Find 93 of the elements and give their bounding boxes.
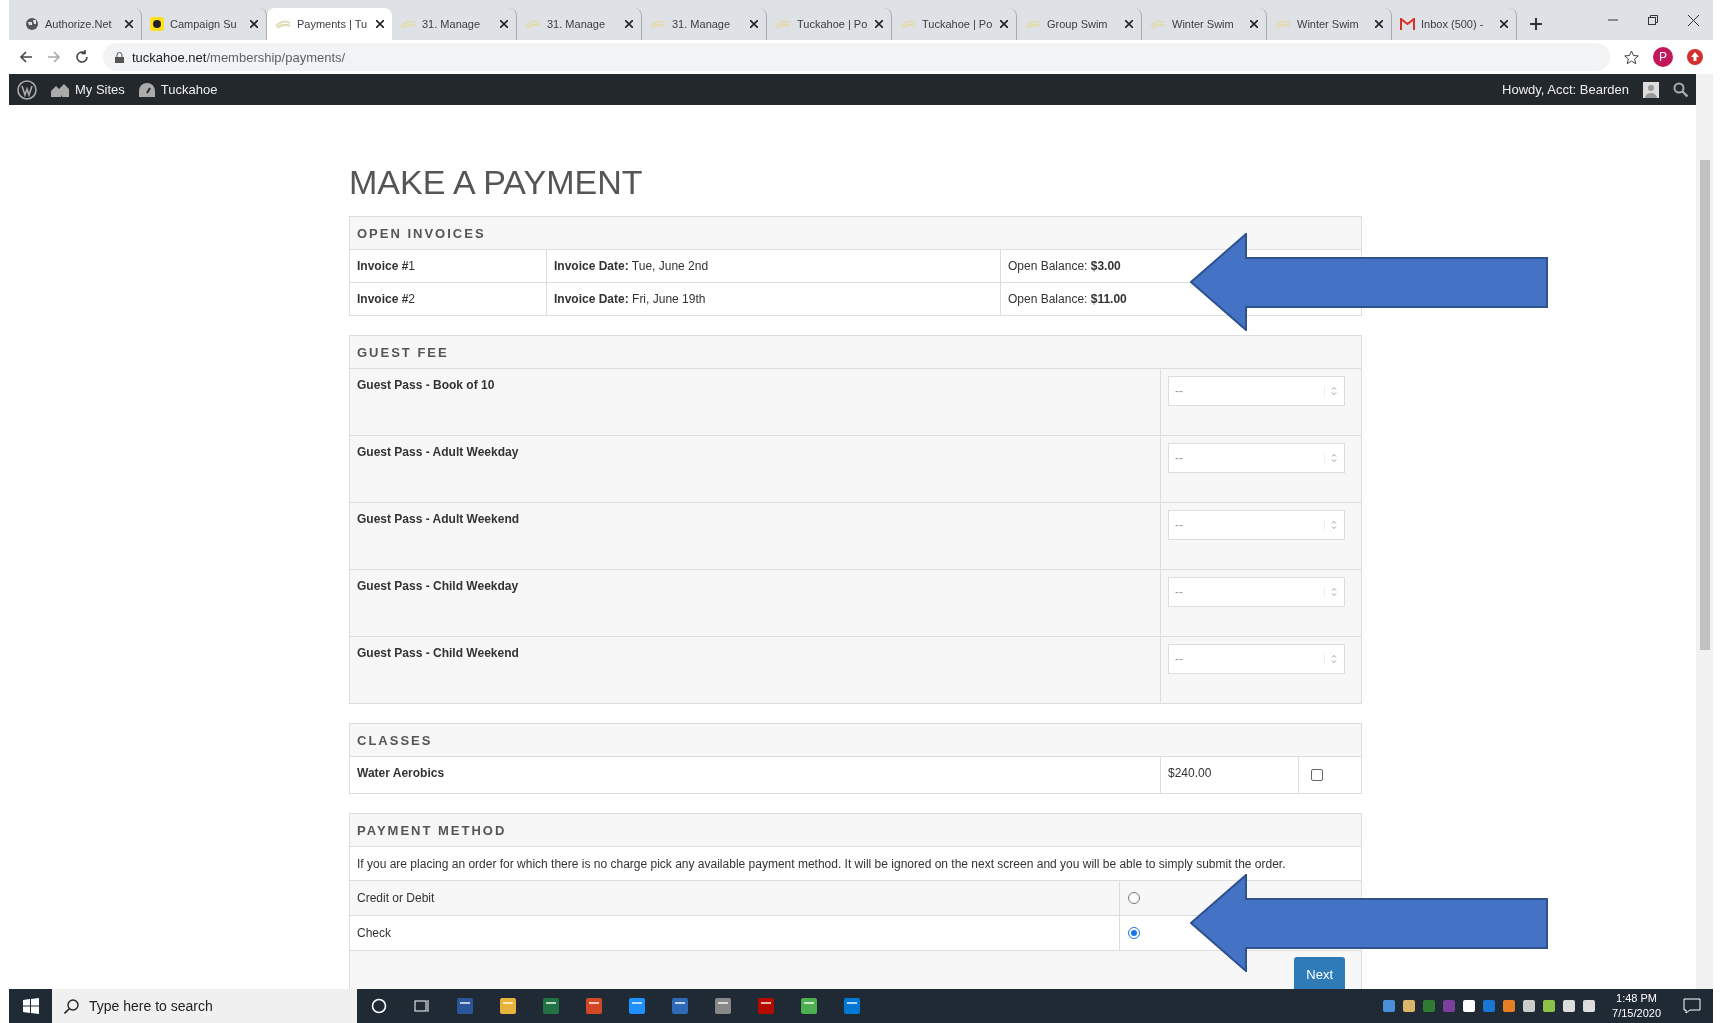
wordpress-logo-icon[interactable] — [17, 79, 37, 100]
search-icon[interactable] — [1673, 82, 1688, 97]
browser-tab[interactable]: Payments | Tu — [267, 8, 392, 40]
radio-button[interactable] — [1128, 892, 1140, 904]
item-name: Guest Pass - Child Weekday — [357, 579, 519, 593]
close-icon[interactable] — [500, 20, 508, 28]
page-title: MAKE A PAYMENT — [349, 163, 644, 203]
profile-avatar[interactable]: P — [1653, 47, 1673, 67]
table-cell: Invoice #1 — [350, 250, 547, 282]
option-label: Check — [357, 926, 391, 940]
spinner-arrows-icon — [1324, 587, 1338, 597]
table-cell: Invoice Date: Tue, June 2nd — [547, 250, 1001, 282]
site-logo-icon — [650, 19, 666, 29]
close-icon[interactable] — [875, 20, 883, 28]
task-view-icon[interactable] — [413, 998, 430, 1014]
checkbox[interactable] — [1311, 769, 1323, 781]
user-avatar-icon[interactable] — [1643, 81, 1659, 98]
taskbar-clock[interactable]: 1:48 PM 7/15/2020 — [1612, 991, 1661, 1021]
restore-icon[interactable] — [1648, 15, 1658, 25]
close-icon[interactable] — [1125, 20, 1133, 28]
close-icon[interactable] — [750, 20, 758, 28]
site-logo-icon — [775, 19, 791, 29]
close-icon[interactable] — [625, 20, 633, 28]
houses-icon — [51, 82, 69, 97]
close-icon[interactable] — [1000, 20, 1008, 28]
class-name: Water Aerobics — [357, 766, 445, 780]
spinner-arrows-icon — [1324, 520, 1338, 530]
close-icon[interactable] — [1687, 14, 1699, 26]
item-name: Guest Pass - Child Weekend — [357, 646, 519, 660]
tray-icon[interactable] — [1562, 999, 1577, 1013]
table-cell: Invoice Date: Fri, June 19th — [547, 283, 1001, 315]
back-icon[interactable] — [19, 50, 33, 64]
app-icon[interactable] — [583, 996, 604, 1016]
class-price: $240.00 — [1168, 766, 1212, 780]
app-icon[interactable] — [454, 996, 475, 1016]
app-icon[interactable] — [626, 996, 647, 1016]
close-icon[interactable] — [376, 20, 384, 28]
close-icon[interactable] — [1500, 20, 1508, 28]
greeting-text[interactable]: Howdy, Acct: Bearden — [1502, 82, 1629, 97]
item-name: Guest Pass - Adult Weekday — [357, 445, 519, 459]
table-cell: Invoice #2 — [350, 283, 547, 315]
radio-button[interactable] — [1128, 927, 1140, 939]
site-logo-icon — [1025, 19, 1041, 29]
close-icon[interactable] — [1250, 20, 1258, 28]
site-logo-icon — [400, 19, 416, 29]
mail-icon — [1400, 18, 1415, 30]
app-icon[interactable] — [841, 996, 862, 1016]
app-icon[interactable] — [497, 996, 518, 1016]
circle-icon[interactable] — [370, 998, 387, 1014]
admin-bar-link[interactable]: Tuckahoe — [138, 82, 218, 97]
globe-icon — [25, 17, 39, 31]
table-cell-text: Open Balance: $3.00 — [1007, 258, 1122, 275]
close-icon[interactable] — [250, 20, 258, 28]
lock-icon — [115, 51, 124, 63]
tray-icon[interactable] — [1522, 999, 1537, 1013]
app-icon[interactable] — [712, 996, 733, 1016]
spinner-arrows-icon — [1324, 453, 1338, 463]
reload-icon[interactable] — [75, 50, 89, 64]
site-logo-icon — [525, 19, 541, 29]
close-icon[interactable] — [1375, 20, 1383, 28]
monkey-icon — [150, 17, 164, 31]
app-icon[interactable] — [798, 996, 819, 1016]
site-logo-icon — [1275, 19, 1291, 29]
extension-icon[interactable] — [1687, 49, 1703, 65]
tray-icon[interactable] — [1462, 999, 1477, 1013]
tray-icon[interactable] — [1402, 999, 1417, 1013]
table-cell-text: Open Balance: $11.00 — [1007, 291, 1128, 308]
site-logo-icon — [900, 19, 916, 29]
tray-icon[interactable] — [1542, 999, 1557, 1013]
close-icon[interactable] — [125, 20, 133, 28]
admin-bar-link[interactable]: My Sites — [51, 82, 125, 97]
taskbar-search-field[interactable]: Type here to search — [52, 989, 357, 1023]
app-icon[interactable] — [755, 996, 776, 1016]
app-icon[interactable] — [540, 996, 561, 1016]
windows-logo-icon[interactable] — [22, 998, 39, 1014]
site-logo-icon — [275, 19, 291, 29]
tray-icon[interactable] — [1582, 999, 1597, 1013]
site-logo-icon — [1150, 19, 1166, 29]
app-icon[interactable] — [669, 996, 690, 1016]
item-name: Guest Pass - Adult Weekend — [357, 512, 520, 526]
scrollbar[interactable] — [1696, 74, 1713, 989]
address-field[interactable]: tuckahoe.net/membership/payments/ — [103, 43, 1610, 71]
star-icon[interactable] — [1624, 49, 1639, 65]
note-text: If you are placing an order for which there is no charge pick any available payment method. It will be ignored on the next screen and you will be able to simply submit the order. — [357, 856, 1286, 871]
option-label: Credit or Debit — [357, 891, 435, 905]
item-name: Guest Pass - Book of 10 — [357, 378, 495, 392]
notification-icon[interactable] — [1683, 998, 1701, 1014]
spinner-arrows-icon — [1324, 654, 1338, 664]
search-icon — [64, 998, 79, 1014]
gauge-icon — [138, 82, 155, 97]
next-button[interactable]: Next — [1294, 957, 1345, 989]
spinner-arrows-icon — [1324, 386, 1338, 396]
plus-icon[interactable] — [1529, 17, 1543, 31]
